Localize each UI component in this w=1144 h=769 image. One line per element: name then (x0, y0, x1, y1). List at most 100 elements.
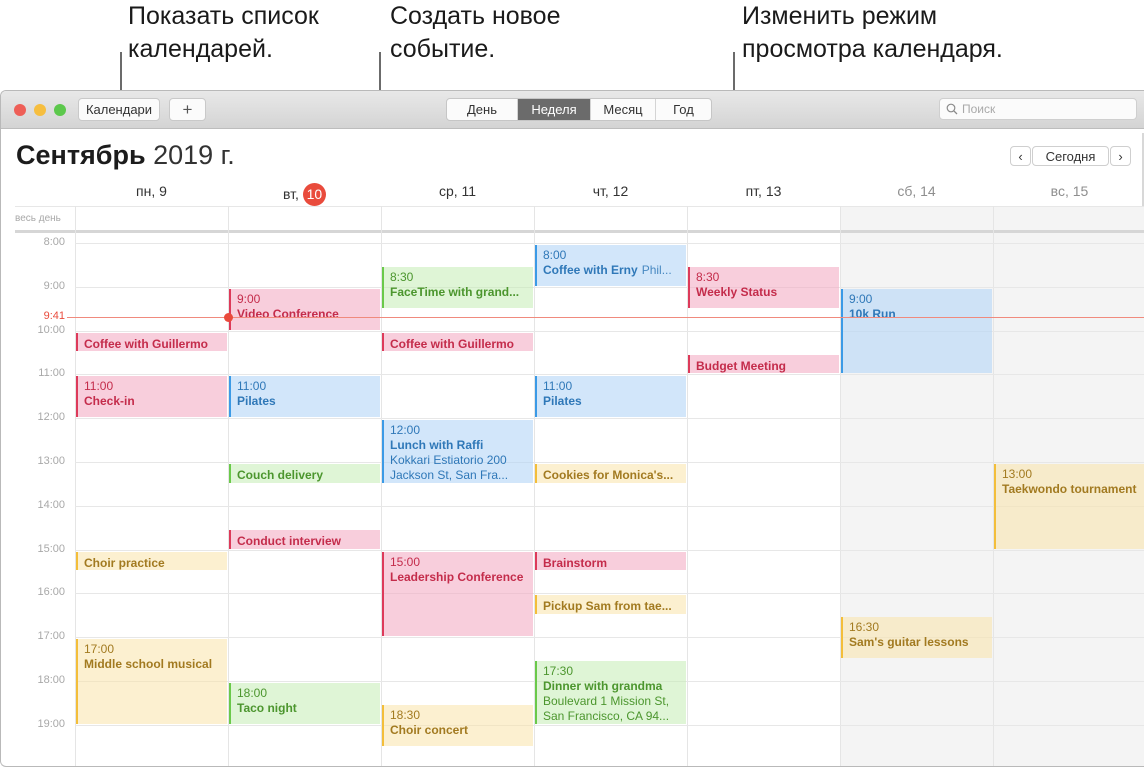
hour-line (75, 243, 1144, 244)
day-header[interactable]: сб, 14 (840, 183, 993, 203)
calendar-event[interactable]: 9:00 Video Conference (229, 288, 380, 330)
callout-new-event: Создать новое событие. (390, 2, 561, 63)
day-header-label: чт, 12 (592, 183, 629, 199)
day-header[interactable]: вт, 10 (228, 183, 381, 206)
calendar-event[interactable]: 15:00 Leadership Conference (382, 551, 533, 637)
today-button[interactable]: Сегодня (1032, 146, 1109, 166)
year-label: 2019 г. (153, 140, 235, 170)
current-time-dot (224, 312, 233, 322)
calendar-event[interactable]: Pickup Sam from tae... (535, 595, 686, 615)
day-header[interactable]: пн, 9 (75, 183, 228, 203)
view-month-button[interactable]: Месяц (591, 99, 656, 120)
day-header-label: вс, 15 (1050, 183, 1089, 199)
event-title: Weekly Status (696, 284, 778, 299)
event-title: Cookies for Monica's... (543, 468, 674, 482)
calendar-event[interactable]: Coffee with Guillermo (76, 332, 227, 352)
day-header-label: пн, 9 (136, 183, 167, 199)
event-time: 11:00 (543, 379, 573, 394)
calendar-event[interactable]: 17:00 Middle school musical (76, 639, 227, 724)
event-title: Budget Meeting (696, 358, 786, 373)
calendar-event[interactable]: Conduct interview (229, 529, 380, 549)
view-week-button[interactable]: Неделя (518, 99, 591, 120)
calendar-event[interactable]: 8:00 Coffee with Erny Phil... (535, 245, 686, 286)
calendar-event[interactable]: Couch delivery (229, 464, 380, 483)
calendar-event[interactable]: 11:00 Check-in (76, 376, 227, 418)
calendars-button[interactable]: Календари (78, 98, 160, 121)
calendar-window: Календари + День Неделя Месяц Год Поиск … (0, 90, 1144, 767)
calendar-event[interactable]: 18:00 Taco night (229, 683, 380, 724)
event-time: 8:30 (696, 269, 720, 284)
day-header[interactable]: ср, 11 (381, 183, 534, 203)
chevron-right-icon: › (1118, 148, 1123, 164)
event-title: Lunch with Raffi (390, 438, 484, 453)
calendar-event[interactable]: 8:30 Weekly Status (688, 266, 839, 308)
day-header-label: пт, 13 (745, 183, 782, 199)
event-location: Boulevard 1 Mission St, San Francisco, C… (543, 694, 670, 724)
minimize-window-button[interactable] (34, 104, 46, 116)
day-header[interactable]: пт, 13 (687, 183, 840, 203)
day-header[interactable]: чт, 12 (534, 183, 687, 203)
hour-label: 16:00 (37, 586, 65, 599)
hour-line (75, 418, 1144, 420)
hour-line (75, 549, 1144, 551)
hour-line (75, 593, 1144, 595)
calendar-event[interactable]: Cookies for Monica's... (535, 464, 686, 483)
hour-label: 14:00 (37, 498, 65, 511)
calendar-event[interactable]: 8:30 FaceTime with grand... (382, 266, 533, 308)
hour-label: 8:00 (43, 236, 65, 248)
view-year-button[interactable]: Год (656, 99, 711, 120)
event-time: 8:00 (543, 248, 567, 262)
event-title: Pickup Sam from tae... (543, 599, 672, 614)
event-title: Choir practice (84, 555, 165, 570)
all-day-separator (15, 230, 1144, 233)
next-week-button[interactable]: › (1110, 146, 1131, 166)
event-time: 12:00 (390, 423, 421, 438)
event-title: Dinner with grandma (543, 679, 663, 694)
calendar-event[interactable]: 17:30 Dinner with grandma Boulevard 1 Miss… (535, 661, 686, 724)
current-time-line (75, 316, 1144, 318)
current-time-label: 9:41 (43, 309, 65, 322)
hour-line (75, 505, 1144, 507)
calendar-event[interactable]: 11:00 Pilates (229, 376, 380, 418)
hour-label: 12:00 (37, 411, 65, 424)
event-time: 9:00 (849, 291, 873, 306)
event-title: Middle school musical (84, 657, 213, 672)
calendar-event[interactable]: 13:00 Taekwondo tournament (994, 464, 1144, 549)
previous-week-button[interactable]: ‹ (1010, 146, 1031, 166)
calendar-event[interactable]: 12:00 Lunch with Raffi Kokkari Estiatorio … (382, 420, 533, 483)
calendar-event[interactable]: Budget Meeting (688, 354, 839, 374)
today-badge: 10 (302, 183, 326, 206)
search-field[interactable]: Поиск (939, 98, 1137, 120)
callout-show-calendars: Показать список календарей. (128, 2, 319, 63)
hour-label: 19:00 (37, 717, 65, 730)
event-location: Kokkari Estiatorio 200 Jackson St, San F… (390, 453, 509, 483)
calendar-event[interactable]: Brainstorm (535, 551, 686, 571)
calendar-event[interactable]: 18:30 Choir concert (382, 704, 533, 746)
event-title: Video Conference (237, 306, 339, 321)
zoom-window-button[interactable] (54, 104, 66, 116)
hour-label: 10:00 (37, 323, 65, 336)
calendar-event[interactable]: Coffee with Guillermo (382, 332, 533, 352)
event-time: 11:00 (84, 379, 114, 394)
day-header[interactable]: вс, 15 (993, 183, 1144, 203)
event-time: 18:30 (390, 707, 421, 722)
calendar-event[interactable]: Choir practice (76, 551, 227, 571)
hour-label: 11:00 (38, 367, 65, 380)
event-title: Couch delivery (237, 468, 324, 482)
event-title: FaceTime with grand... (390, 284, 520, 299)
calendar-event[interactable]: 16:30 Sam's guitar lessons (841, 617, 992, 659)
event-time: 18:00 (237, 686, 268, 700)
hour-line (75, 374, 1144, 376)
event-title: Sam's guitar lessons (849, 635, 969, 650)
toolbar: Календари + День Неделя Месяц Год Поиск (1, 91, 1144, 129)
hour-line (75, 286, 1144, 288)
view-day-button[interactable]: День (447, 99, 518, 120)
week-grid: 8:00 9:00 10:00 11:00 12:00 13:00 14:00 15:00 16… (1, 206, 1144, 766)
close-window-button[interactable] (14, 104, 26, 116)
add-event-button[interactable]: + (169, 98, 206, 121)
event-time: 17:30 (543, 664, 574, 679)
chevron-left-icon: ‹ (1018, 148, 1023, 164)
calendar-event[interactable]: 11:00 Pilates (535, 376, 686, 418)
event-title: Pilates (543, 394, 582, 409)
calendar-event[interactable]: 9:00 10k Run (841, 288, 992, 374)
